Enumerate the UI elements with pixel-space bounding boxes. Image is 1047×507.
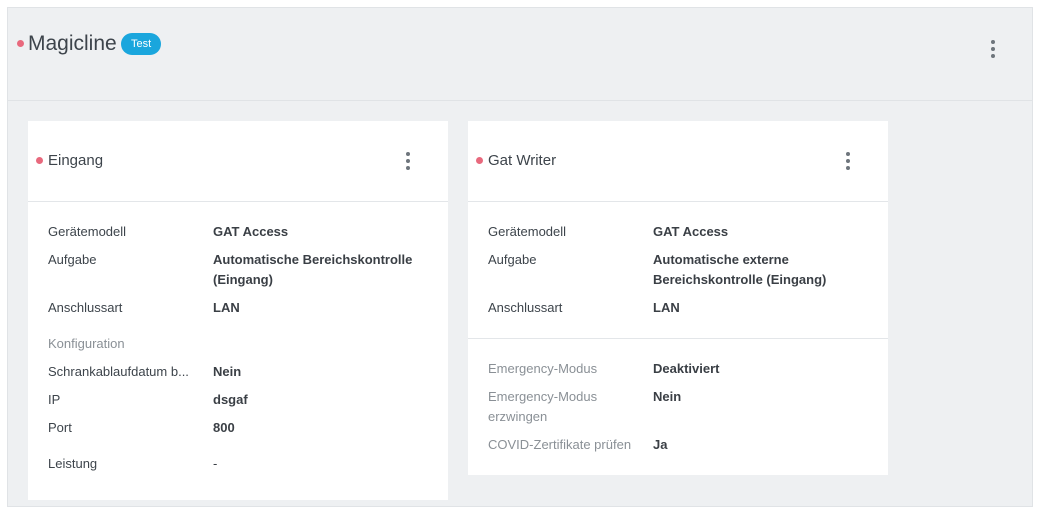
row-label: Anschlussart <box>48 300 123 315</box>
group-header: Magicline Test <box>8 8 1032 101</box>
row-value: dsgaf <box>213 392 248 407</box>
row-label: Emergency-Modus erzwingen <box>488 389 598 424</box>
status-dot <box>36 157 43 164</box>
card-header: Eingang <box>28 121 448 202</box>
status-dot <box>476 157 483 164</box>
status-dot <box>17 40 24 47</box>
row-label: Emergency-Modus <box>488 361 598 376</box>
row-value: - <box>213 456 218 471</box>
row-value: GAT Access <box>653 224 729 239</box>
row-label: Aufgabe <box>48 252 97 267</box>
group-more-menu-icon[interactable] <box>989 40 997 60</box>
device-card-eingang: Eingang Gerätemodell GAT Access Aufgabe … <box>28 121 448 500</box>
row-value: GAT Access <box>213 224 289 239</box>
group-title: Magicline <box>28 32 117 55</box>
card-title: Gat Writer <box>488 152 557 169</box>
card-more-menu-icon[interactable] <box>404 152 412 172</box>
row-label: IP <box>48 392 61 407</box>
row-label: Leistung <box>48 456 98 471</box>
row-label: COVID-Zertifikate prüfen <box>488 437 632 452</box>
card-header: Gat Writer <box>468 121 888 202</box>
row-label: Gerätemodell <box>48 224 127 239</box>
row-label: Port <box>48 420 72 435</box>
row-value: Deaktiviert <box>653 361 720 376</box>
divider <box>468 338 888 339</box>
card-more-menu-icon[interactable] <box>844 152 852 172</box>
row-value: Automatische Bereichskontrolle (Eingang) <box>213 252 413 287</box>
row-label: Gerätemodell <box>488 224 567 239</box>
row-label: Anschlussart <box>488 300 563 315</box>
row-label: Aufgabe <box>488 252 537 267</box>
row-value: LAN <box>213 300 240 315</box>
row-value: 800 <box>213 420 235 435</box>
row-value: Ja <box>653 437 668 452</box>
row-value: Nein <box>213 364 242 379</box>
section-label: Konfiguration <box>48 336 125 351</box>
environment-badge: Test <box>121 33 162 55</box>
row-value: Automatische externe Bereichskontrolle (… <box>653 252 827 287</box>
row-label: Schrankablaufdatum b... <box>48 364 189 379</box>
card-title: Eingang <box>48 152 104 169</box>
device-card-gat-writer: Gat Writer Gerätemodell GAT Access Aufga… <box>468 121 888 475</box>
row-value: Nein <box>653 389 682 404</box>
row-value: LAN <box>653 300 680 315</box>
